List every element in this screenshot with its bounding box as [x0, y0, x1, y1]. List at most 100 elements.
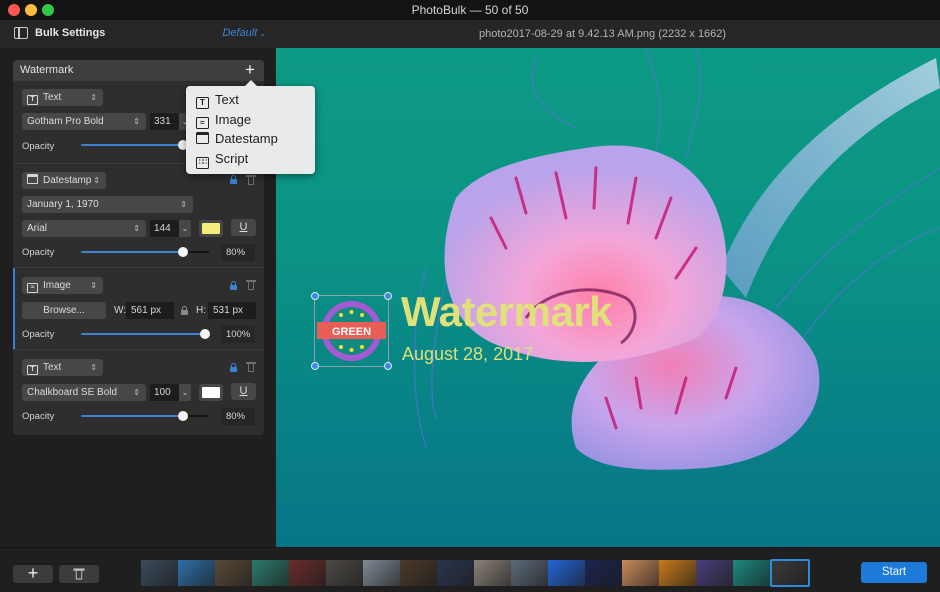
font-size-input[interactable]: 144: [150, 220, 179, 237]
opacity-slider[interactable]: [81, 247, 209, 257]
height-label: H:: [196, 305, 206, 316]
resize-handle-bottom-right[interactable]: [384, 362, 392, 370]
resize-handle-top-right[interactable]: [384, 292, 392, 300]
slider-thumb[interactable]: [178, 411, 189, 421]
opacity-label: Opacity: [22, 329, 55, 340]
menu-item-image[interactable]: ≈ Image: [196, 110, 251, 129]
font-size-input[interactable]: 331: [150, 113, 179, 130]
menu-item-label: Image: [215, 112, 252, 127]
layer-type-select[interactable]: T Text ⇕: [22, 89, 103, 106]
thumbnail[interactable]: [733, 560, 770, 586]
preview-canvas[interactable]: GREEN Watermark August 28, 2017: [276, 48, 940, 547]
layer-type-label: Text: [43, 92, 62, 103]
text-icon: T: [196, 97, 209, 109]
sidebar-toggle-icon[interactable]: [14, 27, 28, 39]
slider-thumb[interactable]: [200, 329, 210, 339]
color-well[interactable]: [199, 384, 223, 401]
script-icon: ∷∷: [196, 157, 209, 169]
calendar-icon: [196, 132, 209, 144]
opacity-value[interactable]: 80%: [221, 244, 255, 261]
badge-text: GREEN: [332, 326, 371, 338]
thumbnail[interactable]: [511, 560, 548, 586]
menu-item-text[interactable]: T Text: [196, 90, 239, 109]
thumbnail[interactable]: [474, 560, 511, 586]
trash-icon[interactable]: [246, 362, 256, 372]
date-format-select[interactable]: January 1, 1970 ⇕: [22, 196, 193, 213]
opacity-slider[interactable]: [81, 411, 209, 421]
font-size-dropdown[interactable]: ⌄: [179, 384, 191, 401]
add-layer-menu: T Text ≈ Image Datestamp ∷∷ Script: [186, 80, 315, 174]
file-info: photo2017-08-29 at 9.42.13 AM.png (2232 …: [276, 20, 940, 48]
image-icon: ≈: [196, 117, 209, 129]
trash-icon[interactable]: [246, 280, 256, 290]
browse-button[interactable]: Browse...: [22, 302, 106, 319]
thumbnail[interactable]: [548, 560, 585, 586]
thumbnail[interactable]: [215, 560, 252, 586]
selected-image-bounds[interactable]: GREEN: [311, 292, 392, 370]
add-photos-button[interactable]: +: [13, 563, 53, 583]
thumbnail-current[interactable]: [770, 559, 810, 587]
resize-handle-top-left[interactable]: [311, 292, 319, 300]
stepper-icon: ⇕: [180, 200, 187, 209]
preset-dropdown[interactable]: Default ⌄: [222, 27, 266, 39]
thumbnail[interactable]: [437, 560, 474, 586]
watermark-date-overlay[interactable]: August 28, 2017: [402, 344, 533, 365]
thumbnail[interactable]: [363, 560, 400, 586]
font-select[interactable]: Gotham Pro Bold ⇕: [22, 113, 146, 130]
stepper-icon: ⇕: [90, 363, 97, 372]
font-size-dropdown[interactable]: ⌄: [179, 220, 191, 237]
underline-button[interactable]: U: [231, 219, 256, 236]
underline-button[interactable]: U: [231, 383, 256, 400]
add-layer-button[interactable]: +: [242, 60, 258, 80]
lock-icon[interactable]: [230, 175, 237, 184]
lock-icon[interactable]: [230, 281, 237, 290]
opacity-slider[interactable]: [81, 329, 210, 339]
text-icon: T: [27, 95, 38, 105]
aspect-lock-icon[interactable]: [181, 306, 188, 315]
layer-type-select[interactable]: T Text ⇕: [22, 359, 103, 376]
opacity-label: Opacity: [22, 411, 55, 422]
resize-handle-bottom-left[interactable]: [311, 362, 319, 370]
slider-fill: [81, 333, 205, 335]
thumbnail[interactable]: [252, 560, 289, 586]
font-select[interactable]: Chalkboard SE Bold ⇕: [22, 384, 146, 401]
thumbnail[interactable]: [696, 560, 733, 586]
jellyfish-oral-arms: [721, 58, 940, 298]
thumbnail[interactable]: [141, 560, 178, 586]
menu-item-label: Script: [215, 151, 249, 166]
slider-thumb[interactable]: [178, 247, 189, 257]
plus-icon: +: [27, 563, 39, 583]
opacity-value[interactable]: 80%: [221, 408, 255, 425]
menu-item-datestamp[interactable]: Datestamp: [196, 129, 278, 148]
layer-type-select[interactable]: ≈ Image ⇕: [22, 277, 103, 294]
remove-photos-button[interactable]: [59, 565, 99, 583]
green-badge-icon: GREEN: [317, 301, 386, 361]
color-well[interactable]: [199, 220, 223, 237]
slider-fill: [81, 415, 184, 417]
font-size-input[interactable]: 100: [150, 384, 179, 401]
watermark-text-overlay[interactable]: Watermark: [401, 288, 613, 336]
height-input[interactable]: 531 px: [208, 302, 256, 319]
opacity-value[interactable]: 100%: [221, 326, 255, 343]
start-button[interactable]: Start: [861, 562, 927, 583]
font-select[interactable]: Arial ⇕: [22, 220, 146, 237]
layer-type-select[interactable]: Datestamp ⇕: [22, 172, 106, 189]
menu-item-script[interactable]: ∷∷ Script: [196, 149, 249, 169]
trash-icon[interactable]: [246, 175, 256, 185]
thumbnail[interactable]: [585, 560, 622, 586]
color-swatch: [202, 223, 220, 234]
color-swatch: [202, 387, 220, 398]
thumbnail[interactable]: [400, 560, 437, 586]
thumbnail[interactable]: [289, 560, 326, 586]
layer-text-2: T Text ⇕ Chalkboard SE Bold ⇕ 100 ⌄ U Opaci…: [13, 350, 264, 435]
lock-icon[interactable]: [230, 363, 237, 372]
thumbnail[interactable]: [659, 560, 696, 586]
slider-fill: [81, 251, 184, 253]
thumbnail[interactable]: [622, 560, 659, 586]
thumbnail-strip: [141, 559, 810, 587]
width-input[interactable]: 561 px: [126, 302, 174, 319]
thumbnail[interactable]: [326, 560, 363, 586]
panel-header: Watermark +: [13, 60, 264, 81]
text-icon: T: [27, 365, 38, 375]
thumbnail[interactable]: [178, 560, 215, 586]
